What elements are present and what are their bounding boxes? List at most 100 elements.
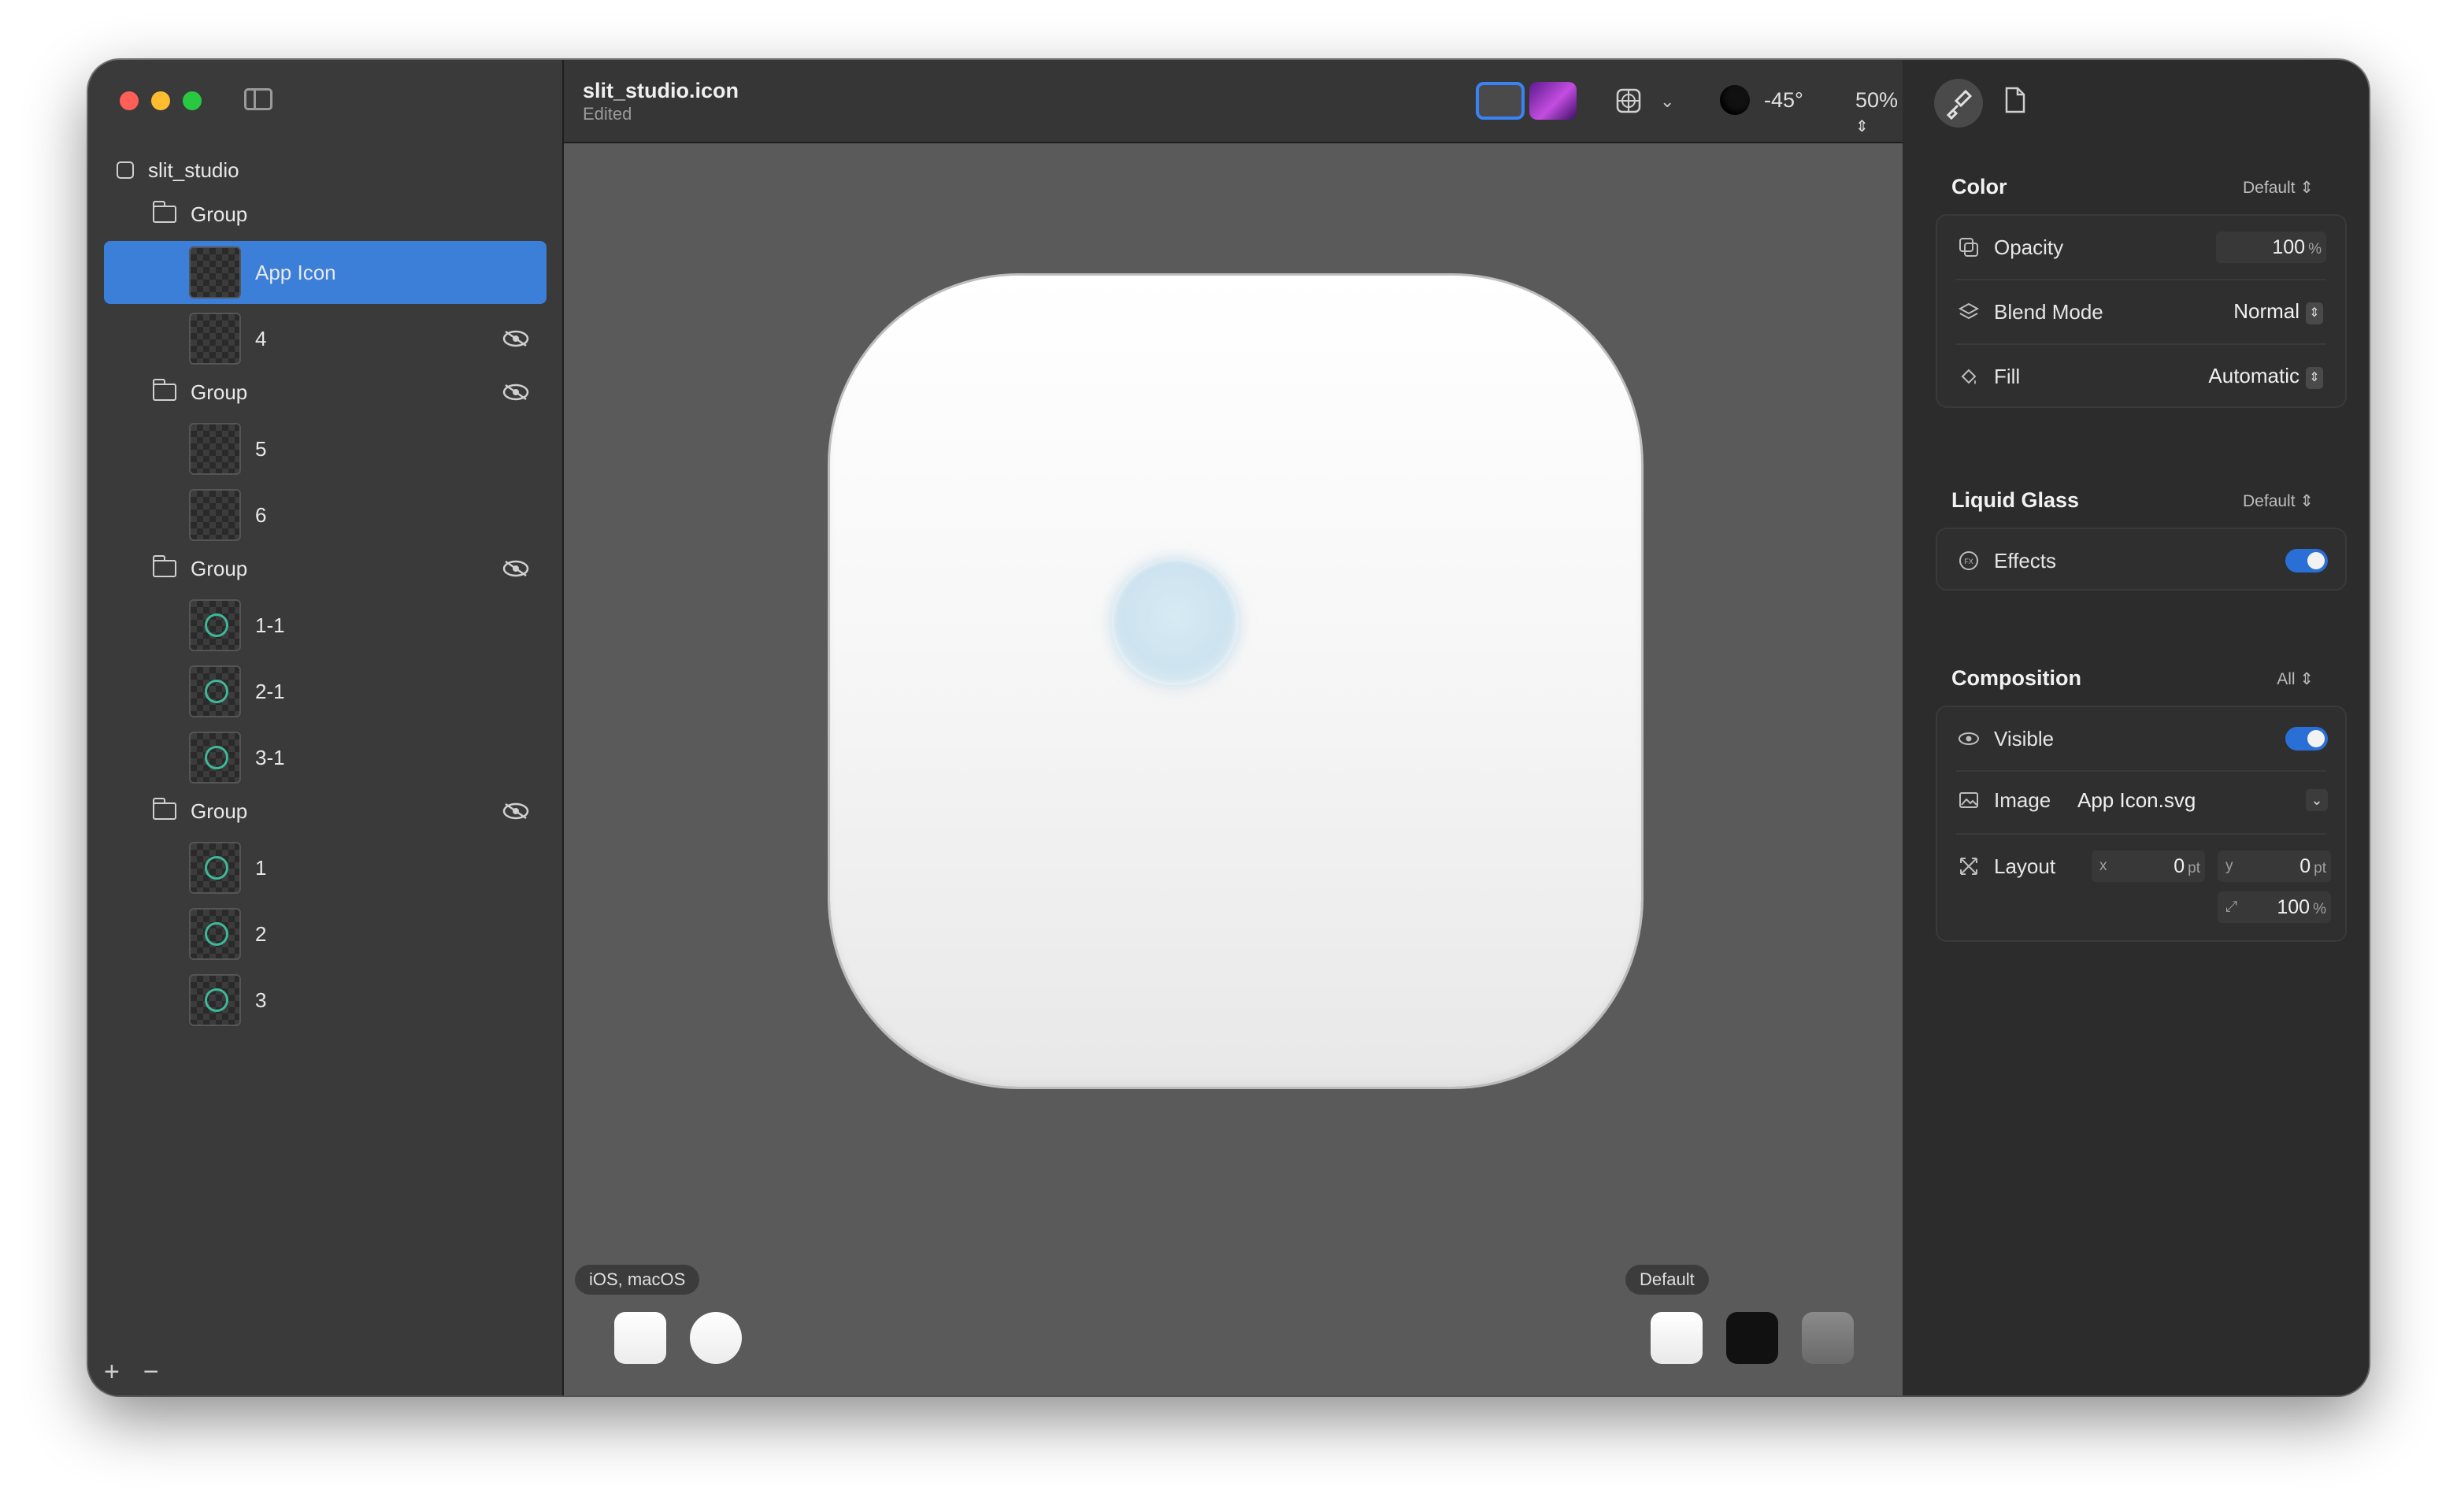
opacity-field[interactable]: 100% [2216,232,2326,263]
layer-thumbnail [189,423,241,475]
app-icon-preview[interactable] [830,276,1641,1087]
effects-toggle[interactable] [2285,549,2328,573]
add-layer-button[interactable]: + [104,1357,120,1388]
canvas[interactable]: iOS, macOS Default [564,143,1903,1395]
document-status: Edited [583,104,632,124]
scale-unit: % [2313,901,2326,917]
layer-label: 6 [255,502,267,527]
layer-thumbnail [189,908,241,960]
appearance-light-button[interactable] [1476,82,1525,120]
layer-thumbnail [189,246,241,298]
hidden-eye-icon[interactable] [502,560,529,577]
zoom-button[interactable] [183,91,202,110]
tree-group[interactable]: Group [88,370,562,414]
dark-appearance-preview[interactable] [1726,1312,1778,1364]
brush-tab-icon[interactable] [1934,79,1983,128]
eye-icon [1959,732,1979,745]
hidden-eye-icon[interactable] [502,384,529,401]
ring-icon [205,680,228,703]
blend-mode-label: Blend Mode [1994,299,2103,324]
opacity-value: 100 [2272,236,2306,258]
close-button[interactable] [120,91,139,110]
layer-label: App Icon [255,260,336,284]
layer-thumbnail [189,842,241,894]
document-name: slit_studio.icon [583,79,739,102]
app-window: slit_studio Group App Icon 4 Group 5 6 G… [88,60,2369,1395]
root-checkbox-icon[interactable] [117,161,134,179]
opacity-icon [1959,238,1978,257]
layout-x-field[interactable]: x 0 pt [2092,850,2205,882]
effects-label: Effects [1994,548,2057,573]
tree-layer-app-icon[interactable]: App Icon [88,241,562,304]
document-tab-icon[interactable] [2005,87,2025,113]
fill-row: Fill Automatic ⇕ [1937,345,2345,408]
folder-icon [153,379,176,401]
fill-popup[interactable]: Automatic ⇕ [2208,364,2323,389]
composition-mode-popup[interactable]: All ⇕ [2277,669,2314,689]
visible-row: Visible [1937,707,2345,770]
liquid-glass-card: FX Effects [1936,528,2347,591]
folder-icon [153,798,176,820]
sidebar-toggle-icon[interactable] [244,88,272,110]
light-angle-dial[interactable] [1720,85,1750,115]
color-mode-popup[interactable]: Default ⇕ [2243,178,2314,198]
appearance-dark-button[interactable] [1529,82,1577,120]
layout-y-field[interactable]: y 0 pt [2218,850,2331,882]
ios-square-preview[interactable] [614,1312,666,1364]
tree-layer[interactable]: 2-1 [88,660,562,723]
image-value[interactable]: App Icon.svg [2077,788,2196,813]
hidden-eye-icon[interactable] [502,330,529,347]
liquid-glass-mode-popup[interactable]: Default ⇕ [2243,491,2314,511]
tree-layer[interactable]: 2 [88,902,562,965]
layout-label: Layout [1994,854,2056,878]
appearance-label: Default [1625,1265,1709,1295]
icon-grid-icon[interactable] [1616,88,1641,113]
tree-group[interactable]: Group [88,789,562,833]
fill-value: Automatic [2208,364,2300,388]
light-angle-value[interactable]: -45° [1764,88,1803,113]
tree-layer[interactable]: 6 [88,484,562,547]
hidden-eye-icon[interactable] [502,802,529,820]
folder-icon [153,555,176,577]
layout-scale-field[interactable]: ⤢ 100% [2218,891,2331,923]
visible-label: Visible [1994,726,2055,750]
circle-preview[interactable] [690,1312,742,1364]
layer-label: 5 [255,436,267,461]
scale-arrows-icon: ⤢ [2225,899,2238,915]
default-appearance-preview[interactable] [1651,1312,1703,1364]
x-value: 0 [2174,855,2185,877]
tree-layer[interactable]: 5 [88,417,562,480]
chevron-down-icon[interactable]: ⌄ [1660,91,1674,112]
glass-circle [1112,559,1238,685]
group-label: Group [191,799,248,823]
tree-layer[interactable]: 3-1 [88,726,562,789]
toolbar: slit_studio.icon Edited ⌄ -45° 50% ⇕ [564,60,1903,143]
layer-thumbnail [189,599,241,651]
tree-group[interactable]: Group [88,192,562,236]
minimize-button[interactable] [151,91,170,110]
x-prefix: x [2099,858,2107,874]
window-controls [120,91,202,110]
blend-mode-popup[interactable]: Normal ⇕ [2233,299,2323,324]
fill-label: Fill [1994,364,2021,388]
y-unit: pt [2314,860,2326,876]
group-label: Group [191,556,248,580]
svg-text:FX: FX [1964,558,1973,565]
chevron-down-icon[interactable]: ⌄ [2306,789,2328,811]
tree-group[interactable]: Group [88,547,562,591]
tree-root[interactable]: slit_studio [88,148,562,192]
layer-thumbnail [189,732,241,784]
visible-toggle[interactable] [2285,727,2328,750]
x-unit: pt [2188,860,2200,876]
remove-layer-button[interactable]: − [143,1357,159,1388]
image-icon [1959,792,1978,808]
layers-icon [1958,302,1980,320]
tree-layer[interactable]: 1 [88,836,562,899]
tree-layer[interactable]: 3 [88,969,562,1032]
zoom-control[interactable]: 50% ⇕ [1855,88,1903,137]
updown-chevron-icon: ⇕ [2306,302,2323,324]
layer-label: 3 [255,988,267,1012]
tinted-appearance-preview[interactable] [1802,1312,1854,1364]
tree-layer[interactable]: 1-1 [88,594,562,657]
tree-layer[interactable]: 4 [88,307,562,370]
